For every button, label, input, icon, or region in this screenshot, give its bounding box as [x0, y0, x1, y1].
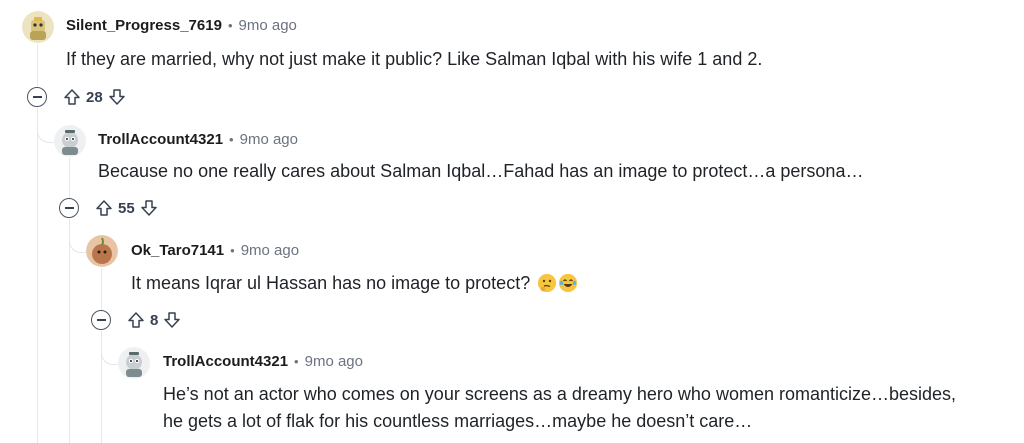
- thinking-face-icon: [538, 274, 557, 292]
- avatar[interactable]: [86, 235, 118, 267]
- meta-separator: •: [229, 132, 234, 147]
- comment-meta: Ok_Taro7141 • 9mo ago: [131, 242, 299, 259]
- thread-line-level-2[interactable]: [69, 158, 70, 198]
- vote-score: 28: [86, 88, 103, 106]
- comment-body: It means Iqrar ul Hassan has no image to…: [131, 270, 578, 297]
- comment-actions: 55: [59, 196, 160, 220]
- author-name[interactable]: Ok_Taro7141: [131, 242, 224, 259]
- comment-body-text: It means Iqrar ul Hassan has no image to…: [131, 273, 531, 293]
- comment-body: If they are married, why not just make i…: [66, 49, 763, 69]
- upvote-arrow-icon[interactable]: [61, 86, 83, 108]
- upvote-arrow-icon[interactable]: [125, 309, 147, 331]
- vote-score: 55: [118, 199, 135, 217]
- meta-separator: •: [227, 18, 233, 33]
- timestamp[interactable]: 9mo ago: [239, 17, 297, 34]
- comment-body: He’s not an actor who comes on your scre…: [163, 381, 956, 435]
- thread-line-level-2-continued[interactable]: [69, 219, 70, 443]
- comment-body-line: He’s not an actor who comes on your scre…: [163, 384, 957, 404]
- thread-line-level-1-continued[interactable]: [37, 108, 38, 443]
- timestamp[interactable]: 9mo ago: [241, 242, 299, 259]
- comment-meta: Silent_Progress_7619 • 9mo ago: [66, 17, 297, 34]
- author-name[interactable]: Silent_Progress_7619: [66, 17, 222, 34]
- downvote-arrow-icon[interactable]: [161, 309, 183, 331]
- avatar[interactable]: [54, 125, 86, 157]
- comment-body: Because no one really cares about Salman…: [98, 161, 864, 181]
- collapse-minus-icon[interactable]: [27, 87, 47, 107]
- comment-meta: TrollAccount4321 • 9mo ago: [98, 131, 298, 148]
- meta-separator: •: [294, 354, 299, 369]
- downvote-arrow-icon[interactable]: [106, 86, 128, 108]
- avatar[interactable]: [22, 11, 54, 43]
- comment-actions: 8: [91, 308, 183, 332]
- comment-meta: TrollAccount4321 • 9mo ago: [163, 353, 363, 370]
- meta-separator: •: [230, 243, 235, 258]
- author-name[interactable]: TrollAccount4321: [98, 131, 223, 148]
- downvote-arrow-icon[interactable]: [138, 197, 160, 219]
- timestamp[interactable]: 9mo ago: [240, 131, 298, 148]
- collapse-minus-icon[interactable]: [59, 198, 79, 218]
- collapse-minus-icon[interactable]: [91, 310, 111, 330]
- laughing-tears-face-icon: [559, 274, 578, 292]
- author-name[interactable]: TrollAccount4321: [163, 353, 288, 370]
- comment-actions: 28: [27, 85, 128, 109]
- comment-body-line: he gets a lot of flak for his countless …: [163, 411, 753, 431]
- upvote-arrow-icon[interactable]: [93, 197, 115, 219]
- avatar[interactable]: [118, 347, 150, 379]
- vote-score: 8: [150, 311, 159, 329]
- thread-line-level-1[interactable]: [37, 44, 38, 86]
- thread-line-level-3[interactable]: [101, 268, 102, 310]
- timestamp[interactable]: 9mo ago: [305, 353, 363, 370]
